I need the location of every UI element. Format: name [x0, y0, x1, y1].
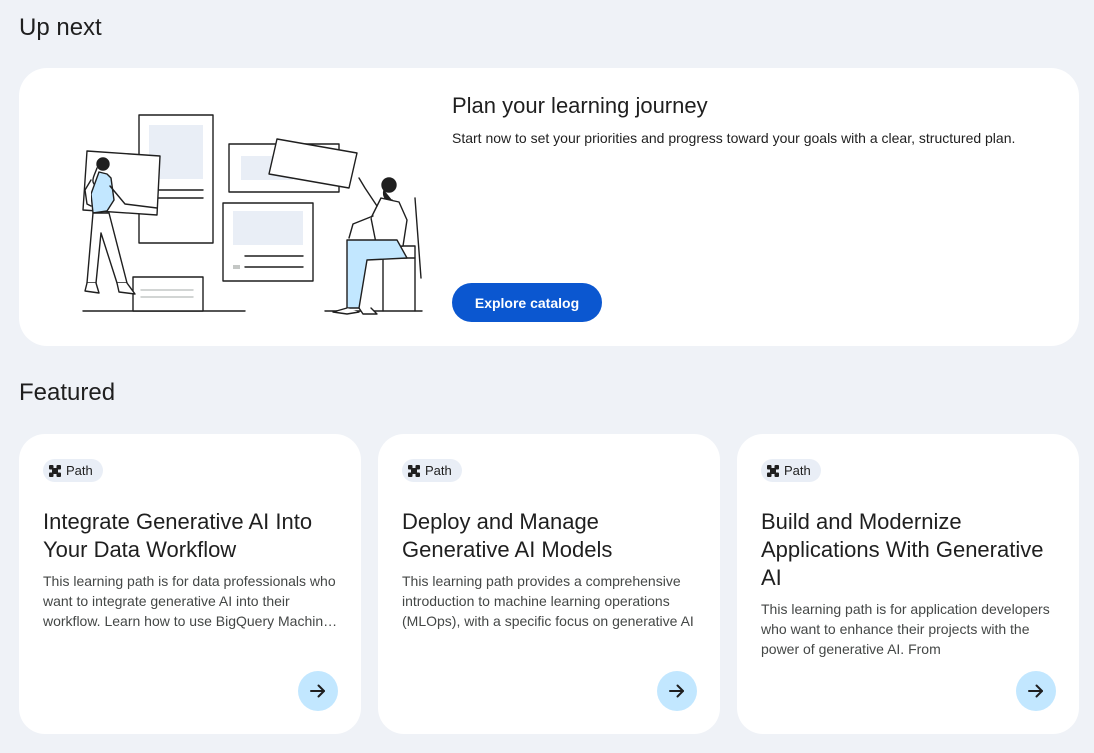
featured-heading: Featured [19, 379, 116, 406]
path-chip: Path [402, 459, 462, 482]
chip-label: Path [784, 463, 811, 478]
card-description: This learning path is for data professio… [43, 573, 336, 629]
card-title: Integrate Generative AI Into Your Data W… [43, 509, 313, 562]
hero-description: Start now to set your priorities and pro… [452, 130, 1016, 146]
open-card-button[interactable] [657, 671, 697, 711]
card-description: This learning path provides a comprehens… [402, 573, 694, 629]
path-chip: Path [761, 459, 821, 482]
learning-illustration [82, 114, 423, 315]
chip-label: Path [425, 463, 452, 478]
arrow-right-icon [669, 684, 684, 698]
open-card-button[interactable] [298, 671, 338, 711]
path-icon [767, 464, 779, 477]
chip-label: Path [66, 463, 93, 478]
open-card-button[interactable] [1016, 671, 1056, 711]
arrow-right-icon [1028, 684, 1043, 698]
featured-card[interactable]: Path Integrate Generative AI Into Your D… [19, 434, 361, 734]
arrow-right-icon [310, 684, 325, 698]
card-description: This learning path is for application de… [761, 601, 1050, 657]
path-icon [49, 464, 61, 477]
learning-journey-card: Plan your learning journey Start now to … [19, 68, 1079, 346]
up-next-heading: Up next [19, 14, 102, 41]
featured-card[interactable]: Path Build and Modernize Applications Wi… [737, 434, 1079, 734]
explore-catalog-button[interactable]: Explore catalog [452, 283, 602, 322]
featured-card[interactable]: Path Deploy and Manage Generative AI Mod… [378, 434, 720, 734]
card-title: Deploy and Manage Generative AI Models [402, 509, 613, 562]
path-chip: Path [43, 459, 103, 482]
path-icon [408, 464, 420, 477]
card-title: Build and Modernize Applications With Ge… [761, 509, 1044, 590]
hero-title: Plan your learning journey [452, 93, 708, 118]
